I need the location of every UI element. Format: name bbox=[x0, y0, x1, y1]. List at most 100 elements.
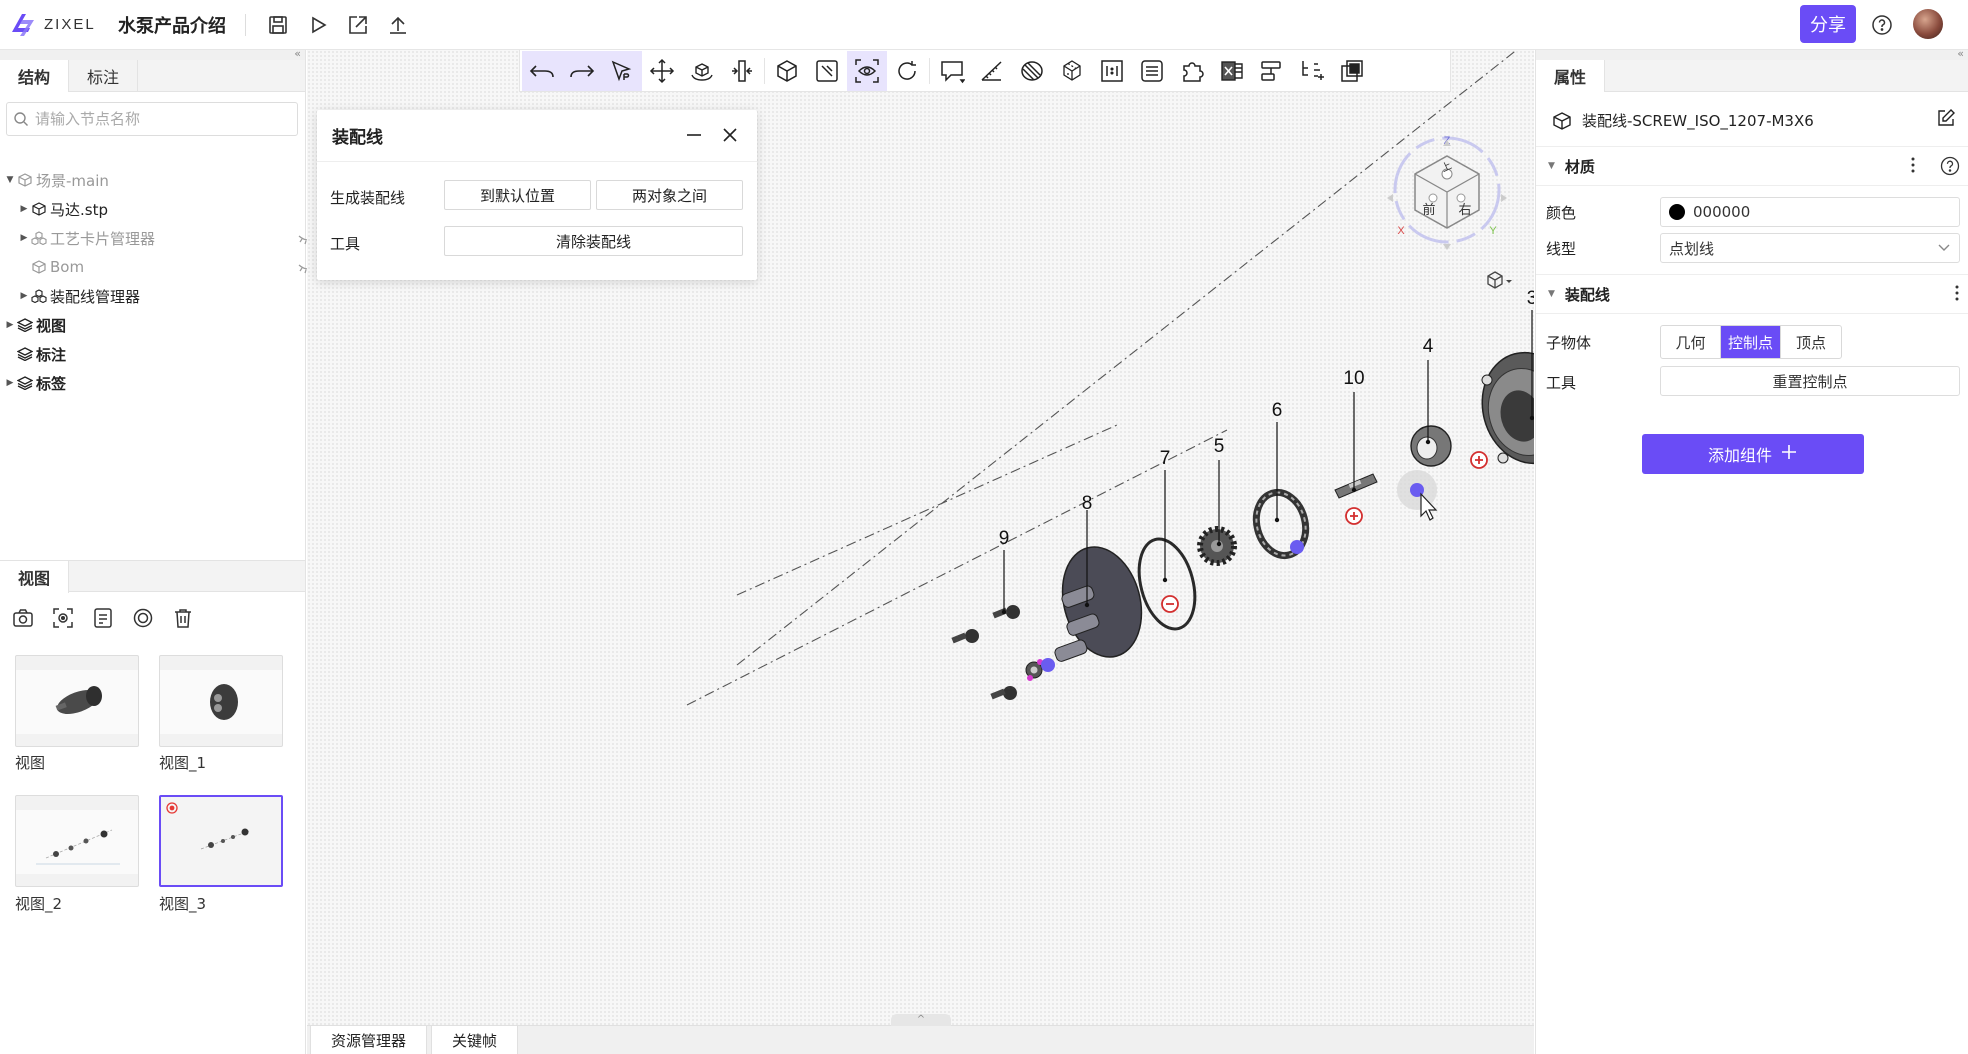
box-view-icon[interactable] bbox=[767, 51, 807, 91]
view-thumbnail-0[interactable] bbox=[15, 655, 139, 747]
balloon-label: 3 bbox=[1527, 288, 1534, 309]
excel-export-icon[interactable] bbox=[1212, 51, 1252, 91]
between-objects-button[interactable]: 两对象之间 bbox=[596, 180, 743, 210]
part-pump-cover[interactable] bbox=[1051, 538, 1153, 666]
reset-rotate-icon[interactable] bbox=[887, 51, 927, 91]
caret-down-icon[interactable]: ▼ bbox=[4, 175, 16, 185]
right-collapse-strip[interactable]: « bbox=[1536, 47, 1968, 60]
align-icon[interactable] bbox=[1252, 51, 1292, 91]
tree-item-annotations[interactable]: 标注 bbox=[4, 340, 310, 368]
caret-right-icon[interactable]: ▶ bbox=[4, 378, 16, 388]
projection-toggle-icon[interactable] bbox=[1487, 271, 1512, 289]
screw-selected bbox=[1025, 659, 1043, 681]
view-thumbnail-2[interactable] bbox=[15, 795, 139, 887]
collapse-icon[interactable]: « bbox=[1957, 47, 1964, 60]
expand-bottom-icon[interactable]: ^ bbox=[891, 1014, 951, 1026]
caret-right-icon[interactable]: ▶ bbox=[18, 204, 30, 214]
plugin-icon[interactable] bbox=[1172, 51, 1212, 91]
tree-item-label: Bom bbox=[50, 258, 85, 276]
part-shaft[interactable] bbox=[1334, 473, 1378, 499]
more-icon[interactable] bbox=[1954, 283, 1960, 307]
material-icon[interactable] bbox=[1012, 51, 1052, 91]
explode-icon[interactable] bbox=[722, 51, 762, 91]
save-icon[interactable] bbox=[264, 11, 292, 39]
scale-ratio-icon[interactable] bbox=[1092, 51, 1132, 91]
tree-item-views[interactable]: ▶ 视图 bbox=[4, 311, 310, 339]
tab-views[interactable]: 视图 bbox=[0, 561, 70, 593]
color-picker[interactable]: 000000 bbox=[1660, 197, 1960, 227]
visibility-icon[interactable] bbox=[847, 50, 887, 91]
part-screws[interactable] bbox=[951, 605, 1043, 700]
material-section-header[interactable]: ▼ 材质 bbox=[1536, 146, 1968, 186]
cube-face-right: 右 bbox=[1458, 203, 1471, 218]
clear-assembly-line-button[interactable]: 清除装配线 bbox=[444, 226, 743, 256]
target-icon[interactable] bbox=[130, 605, 156, 631]
collapse-icon[interactable]: « bbox=[294, 47, 301, 60]
trash-icon[interactable] bbox=[170, 605, 196, 631]
part-bearing[interactable] bbox=[1410, 425, 1452, 467]
bom-list-icon[interactable] bbox=[1132, 51, 1172, 91]
tab-resource-manager[interactable]: 资源管理器 bbox=[310, 1026, 428, 1054]
play-icon[interactable] bbox=[304, 11, 332, 39]
tree-item-scene[interactable]: ▼ 场景-main bbox=[4, 166, 310, 194]
assembly-section-header[interactable]: ▼ 装配线 bbox=[1536, 274, 1968, 314]
tree-item-process-cards[interactable]: ▶ 工艺卡片管理器 bbox=[18, 224, 324, 252]
edit-icon[interactable] bbox=[1936, 108, 1956, 132]
undo-icon[interactable] bbox=[522, 50, 562, 91]
rotate-part-icon[interactable] bbox=[682, 51, 722, 91]
segment-vertices[interactable]: 顶点 bbox=[1781, 326, 1841, 358]
reset-control-points-button[interactable]: 重置控制点 bbox=[1660, 366, 1960, 396]
measure-icon[interactable] bbox=[972, 51, 1012, 91]
view-cube[interactable]: 前 右 上 Z X Y bbox=[1387, 135, 1507, 250]
hierarchy-icon[interactable] bbox=[1292, 51, 1332, 91]
minimize-icon[interactable] bbox=[685, 126, 703, 149]
to-default-position-button[interactable]: 到默认位置 bbox=[444, 180, 591, 210]
move-icon[interactable] bbox=[642, 51, 682, 91]
tree-item-motor[interactable]: ▶ 马达.stp bbox=[18, 195, 324, 223]
share-button[interactable]: 分享 bbox=[1800, 5, 1856, 43]
thumbnail-image bbox=[16, 670, 138, 734]
section-view-icon[interactable] bbox=[807, 51, 847, 91]
part-gear[interactable] bbox=[1197, 526, 1237, 566]
select-cursor-icon[interactable] bbox=[602, 50, 642, 91]
mesh-icon[interactable] bbox=[1052, 51, 1092, 91]
cube-icon bbox=[16, 173, 34, 187]
multi-window-icon[interactable] bbox=[1332, 51, 1372, 91]
caret-right-icon[interactable]: ▶ bbox=[4, 320, 16, 330]
tree-item-bom[interactable]: Bom bbox=[18, 253, 324, 281]
node-search[interactable] bbox=[6, 102, 298, 136]
tab-structure[interactable]: 结构 bbox=[0, 60, 70, 92]
node-search-input[interactable] bbox=[35, 110, 275, 128]
tab-properties[interactable]: 属性 bbox=[1536, 60, 1606, 92]
redo-icon[interactable] bbox=[562, 50, 602, 91]
tree-item-tags[interactable]: ▶ 标签 bbox=[4, 369, 310, 397]
tab-annotation[interactable]: 标注 bbox=[69, 60, 139, 92]
add-component-button[interactable]: 添加组件 bbox=[1642, 434, 1864, 474]
line-type-select[interactable]: 点划线 bbox=[1660, 233, 1960, 263]
tree-item-assembly-lines[interactable]: ▶ 装配线管理器 bbox=[18, 282, 324, 310]
group-cubes-icon bbox=[30, 289, 48, 303]
dialog-header[interactable]: 装配线 bbox=[317, 110, 757, 162]
view-list-icon[interactable] bbox=[90, 605, 116, 631]
close-icon[interactable] bbox=[721, 126, 739, 149]
camera-icon[interactable] bbox=[10, 605, 36, 631]
caret-right-icon[interactable]: ▶ bbox=[18, 233, 30, 243]
help-icon[interactable] bbox=[1940, 156, 1960, 180]
segment-geometry[interactable]: 几何 bbox=[1661, 326, 1721, 358]
segment-control-points[interactable]: 控制点 bbox=[1721, 326, 1781, 358]
focus-view-icon[interactable] bbox=[50, 605, 76, 631]
help-icon[interactable] bbox=[1868, 11, 1896, 39]
view-thumbnail-3[interactable] bbox=[159, 795, 283, 887]
comment-icon[interactable] bbox=[932, 51, 972, 91]
more-icon[interactable] bbox=[1910, 155, 1916, 179]
left-collapse-strip[interactable]: « bbox=[0, 47, 305, 60]
caret-right-icon[interactable]: ▶ bbox=[18, 291, 30, 301]
caret-down-icon[interactable]: ▼ bbox=[1548, 161, 1555, 171]
app-logo[interactable]: ZIXEL bbox=[8, 10, 96, 38]
view-thumbnail-1[interactable] bbox=[159, 655, 283, 747]
upload-icon[interactable] bbox=[384, 11, 412, 39]
export-icon[interactable] bbox=[344, 11, 372, 39]
tab-keyframes[interactable]: 关键帧 bbox=[431, 1026, 519, 1054]
user-avatar[interactable] bbox=[1913, 9, 1943, 39]
caret-down-icon[interactable]: ▼ bbox=[1548, 289, 1555, 299]
